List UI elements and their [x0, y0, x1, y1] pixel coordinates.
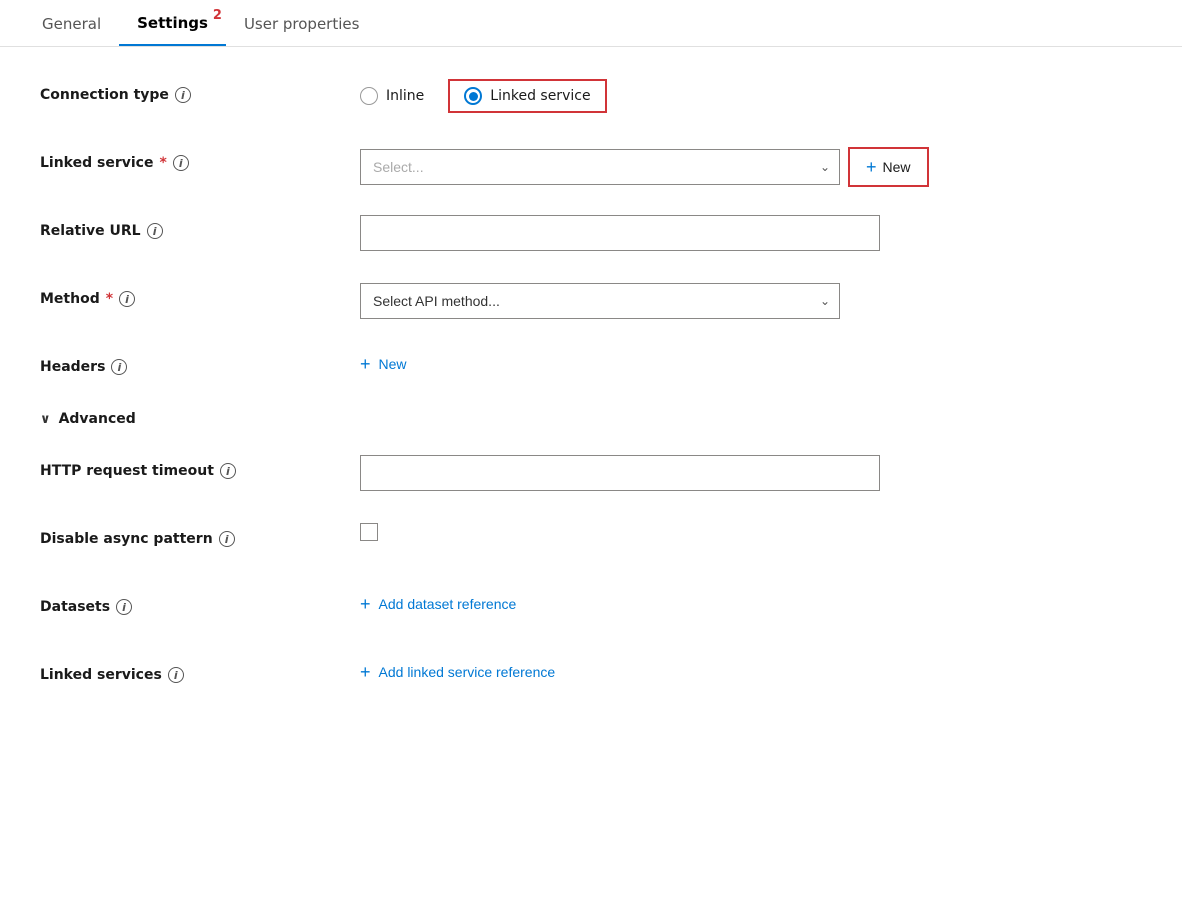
headers-plus-icon: + — [360, 355, 371, 373]
tab-settings[interactable]: Settings2 — [119, 0, 226, 46]
http-timeout-label: HTTP request timeout i — [40, 455, 360, 479]
relative-url-info-icon[interactable]: i — [147, 223, 163, 239]
settings-badge: 2 — [213, 8, 222, 23]
method-info-icon[interactable]: i — [119, 291, 135, 307]
linked-service-select-wrapper: Select... ⌄ — [360, 149, 840, 185]
advanced-chevron-icon: ∨ — [40, 412, 51, 427]
inline-radio-label: Inline — [386, 88, 424, 104]
headers-info-icon[interactable]: i — [111, 359, 127, 375]
http-timeout-row: HTTP request timeout i — [40, 455, 1142, 495]
settings-content: Connection type i Inline Linked service — [0, 47, 1182, 759]
method-control: Select API method... ⌄ — [360, 283, 1142, 319]
connection-type-control: Inline Linked service — [360, 79, 1142, 113]
datasets-info-icon[interactable]: i — [116, 599, 132, 615]
method-select-wrapper: Select API method... ⌄ — [360, 283, 840, 319]
disable-async-info-icon[interactable]: i — [219, 531, 235, 547]
disable-async-label: Disable async pattern i — [40, 523, 360, 547]
linked-service-radio-label: Linked service — [490, 88, 590, 104]
http-timeout-info-icon[interactable]: i — [220, 463, 236, 479]
linked-service-row: Linked service * i Select... ⌄ + New — [40, 147, 1142, 187]
new-button-highlight: + New — [848, 147, 929, 187]
linked-service-ref-plus-icon: + — [360, 663, 371, 681]
dataset-plus-icon: + — [360, 595, 371, 613]
datasets-row: Datasets i + Add dataset reference — [40, 591, 1142, 631]
method-row: Method * i Select API method... ⌄ — [40, 283, 1142, 323]
tabs-container: General Settings2 User properties — [0, 0, 1182, 47]
add-dataset-label: Add dataset reference — [379, 596, 517, 612]
headers-new-label: New — [379, 356, 407, 372]
method-label: Method * i — [40, 283, 360, 307]
relative-url-input[interactable] — [360, 215, 880, 251]
headers-new-button[interactable]: + New — [360, 351, 407, 377]
new-plus-icon: + — [866, 158, 877, 176]
connection-type-row: Connection type i Inline Linked service — [40, 79, 1142, 119]
inline-radio-circle — [360, 87, 378, 105]
method-select[interactable]: Select API method... — [360, 283, 840, 319]
linked-service-label: Linked service * i — [40, 147, 360, 171]
new-button-label: New — [883, 159, 911, 175]
headers-control: + New — [360, 351, 1142, 377]
connection-type-radio-group: Inline Linked service — [360, 79, 607, 113]
linked-services-row: Linked services i + Add linked service r… — [40, 659, 1142, 699]
disable-async-control — [360, 523, 1142, 541]
linked-service-highlight: Linked service — [448, 79, 606, 113]
relative-url-control — [360, 215, 1142, 251]
linked-services-label: Linked services i — [40, 659, 360, 683]
http-timeout-control — [360, 455, 1142, 491]
disable-async-row: Disable async pattern i — [40, 523, 1142, 563]
add-dataset-button[interactable]: + Add dataset reference — [360, 591, 516, 617]
advanced-label: Advanced — [59, 411, 136, 427]
inline-radio-option[interactable]: Inline — [360, 87, 424, 105]
linked-services-control: + Add linked service reference — [360, 659, 1142, 685]
linked-service-select[interactable]: Select... — [360, 149, 840, 185]
tab-user-properties[interactable]: User properties — [226, 1, 378, 45]
linked-service-radio-option[interactable]: Linked service — [464, 87, 590, 105]
add-linked-service-ref-button[interactable]: + Add linked service reference — [360, 659, 555, 685]
new-linked-service-button[interactable]: + New — [850, 149, 927, 185]
datasets-control: + Add dataset reference — [360, 591, 1142, 617]
linked-service-required: * — [159, 155, 166, 171]
tab-bar: General Settings2 User properties — [0, 0, 1182, 47]
connection-type-info-icon[interactable]: i — [175, 87, 191, 103]
disable-async-checkbox[interactable] — [360, 523, 378, 541]
relative-url-label: Relative URL i — [40, 215, 360, 239]
headers-label: Headers i — [40, 351, 360, 375]
headers-row: Headers i + New — [40, 351, 1142, 391]
datasets-label: Datasets i — [40, 591, 360, 615]
relative-url-row: Relative URL i — [40, 215, 1142, 255]
linked-service-radio-circle — [464, 87, 482, 105]
http-timeout-input[interactable] — [360, 455, 880, 491]
advanced-header[interactable]: ∨ Advanced — [40, 411, 1142, 427]
linked-service-control: Select... ⌄ + New — [360, 147, 1142, 187]
add-linked-service-label: Add linked service reference — [379, 664, 556, 680]
tab-general[interactable]: General — [24, 1, 119, 45]
connection-type-label: Connection type i — [40, 79, 360, 103]
linked-service-info-icon[interactable]: i — [173, 155, 189, 171]
method-required: * — [106, 291, 113, 307]
linked-services-info-icon[interactable]: i — [168, 667, 184, 683]
